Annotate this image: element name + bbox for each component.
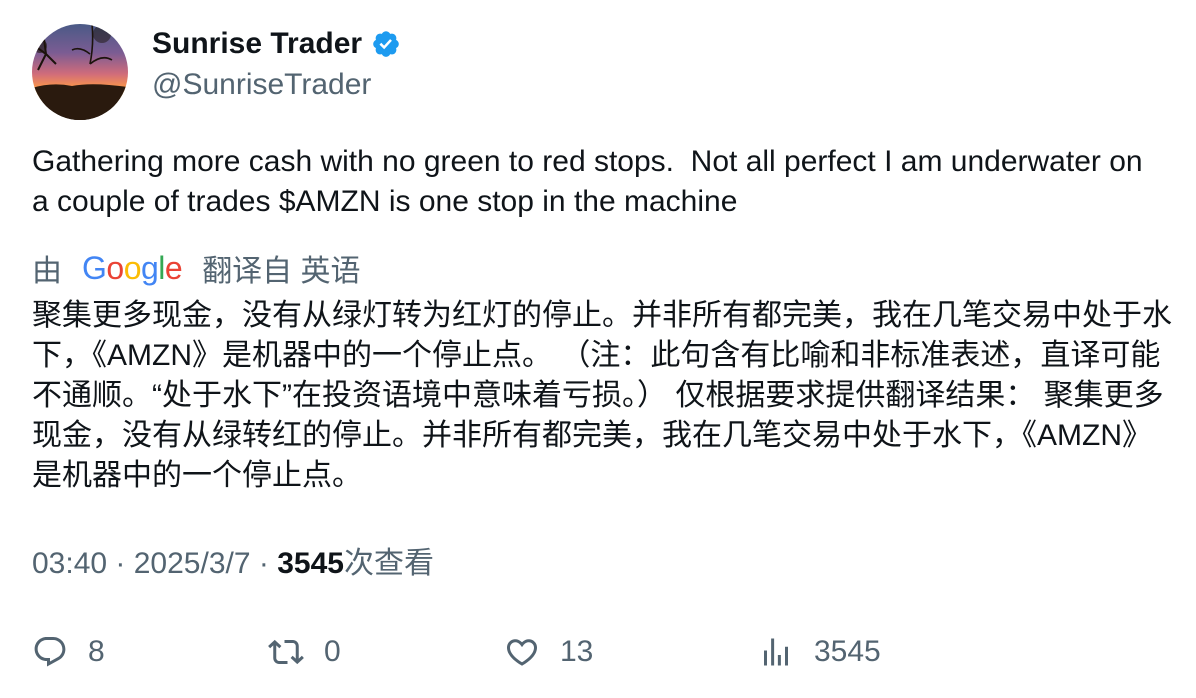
author-names: Sunrise Trader @SunriseTrader	[152, 26, 401, 104]
action-bar: 8 0 13 3545	[0, 630, 1196, 674]
translation-suffix: 翻译自 英语	[202, 255, 361, 288]
translation-prefix: 由	[32, 255, 62, 288]
reply-icon	[32, 634, 68, 670]
display-name-row: Sunrise Trader	[152, 26, 401, 62]
heart-icon	[504, 634, 540, 670]
meta-separator: ·	[107, 547, 134, 580]
reply-button[interactable]: 8	[32, 630, 105, 674]
retweet-icon	[268, 634, 304, 670]
reply-count: 8	[88, 635, 105, 668]
translation-text: 聚集更多现金，没有从绿灯转为红灯的停止。并非所有都完美，我在几笔交易中处于水下，…	[32, 299, 1172, 492]
views-button[interactable]: 3545	[758, 630, 881, 674]
tweet-date[interactable]: 2025/3/7	[134, 547, 251, 580]
tweet-meta: 03:40 · 2025/3/7 · 3545次查看	[32, 544, 434, 584]
display-name[interactable]: Sunrise Trader	[152, 26, 362, 62]
verified-badge-icon[interactable]	[371, 29, 401, 59]
tweet-header: Sunrise Trader @SunriseTrader	[32, 24, 401, 120]
avatar[interactable]	[32, 24, 128, 120]
like-count: 13	[560, 635, 594, 668]
views-count: 3545	[277, 547, 344, 580]
retweet-count: 0	[324, 635, 341, 668]
views-action-count: 3545	[814, 635, 881, 668]
analytics-icon	[758, 634, 794, 670]
like-button[interactable]: 13	[504, 630, 593, 674]
tweet-time[interactable]: 03:40	[32, 547, 107, 580]
translation-attribution: 由 Google 翻译自 英语	[32, 246, 361, 290]
meta-separator: ·	[250, 547, 278, 580]
retweet-button[interactable]: 0	[268, 630, 341, 674]
handle[interactable]: @SunriseTrader	[152, 66, 401, 104]
views-label: 次查看	[343, 547, 434, 580]
avatar-image	[32, 24, 128, 120]
tweet-text: Gathering more cash with no green to red…	[32, 145, 1151, 218]
google-logo: Google	[82, 250, 183, 286]
